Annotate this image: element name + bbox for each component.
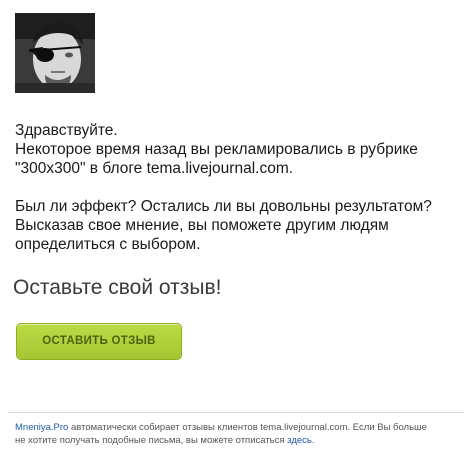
- message-line: определиться с выбором.: [15, 236, 201, 253]
- footer-text: .: [311, 435, 315, 446]
- footer-text: не хотите получать подобные письма, вы м…: [15, 435, 288, 446]
- leave-review-button[interactable]: ОСТАВИТЬ ОТЗЫВ: [16, 323, 182, 360]
- message-line: Высказав свое мнение, вы поможете другим…: [15, 217, 389, 234]
- footer-divider: [8, 412, 464, 413]
- avatar-portrait: [15, 13, 95, 93]
- message-line: "300x300" в блоге tema.livejournal.com.: [15, 160, 294, 177]
- brand-name: Mneniya.Pro: [15, 422, 69, 433]
- unsubscribe-link[interactable]: здесь: [287, 435, 312, 446]
- footer-text: автоматически собирает отзывы клиентов t…: [68, 422, 427, 433]
- avatar: [15, 13, 95, 93]
- message-body: Здравствуйте. Некоторое время назад вы р…: [15, 121, 460, 254]
- review-heading: Оставьте свой отзыв!: [13, 276, 222, 299]
- greeting-text: Здравствуйте.: [15, 122, 118, 139]
- footer: Mneniya.Pro автоматически собирает отзыв…: [15, 421, 467, 447]
- message-line: Некоторое время назад вы рекламировались…: [15, 141, 418, 158]
- message-line: Был ли эффект? Остались ли вы довольны р…: [15, 198, 432, 215]
